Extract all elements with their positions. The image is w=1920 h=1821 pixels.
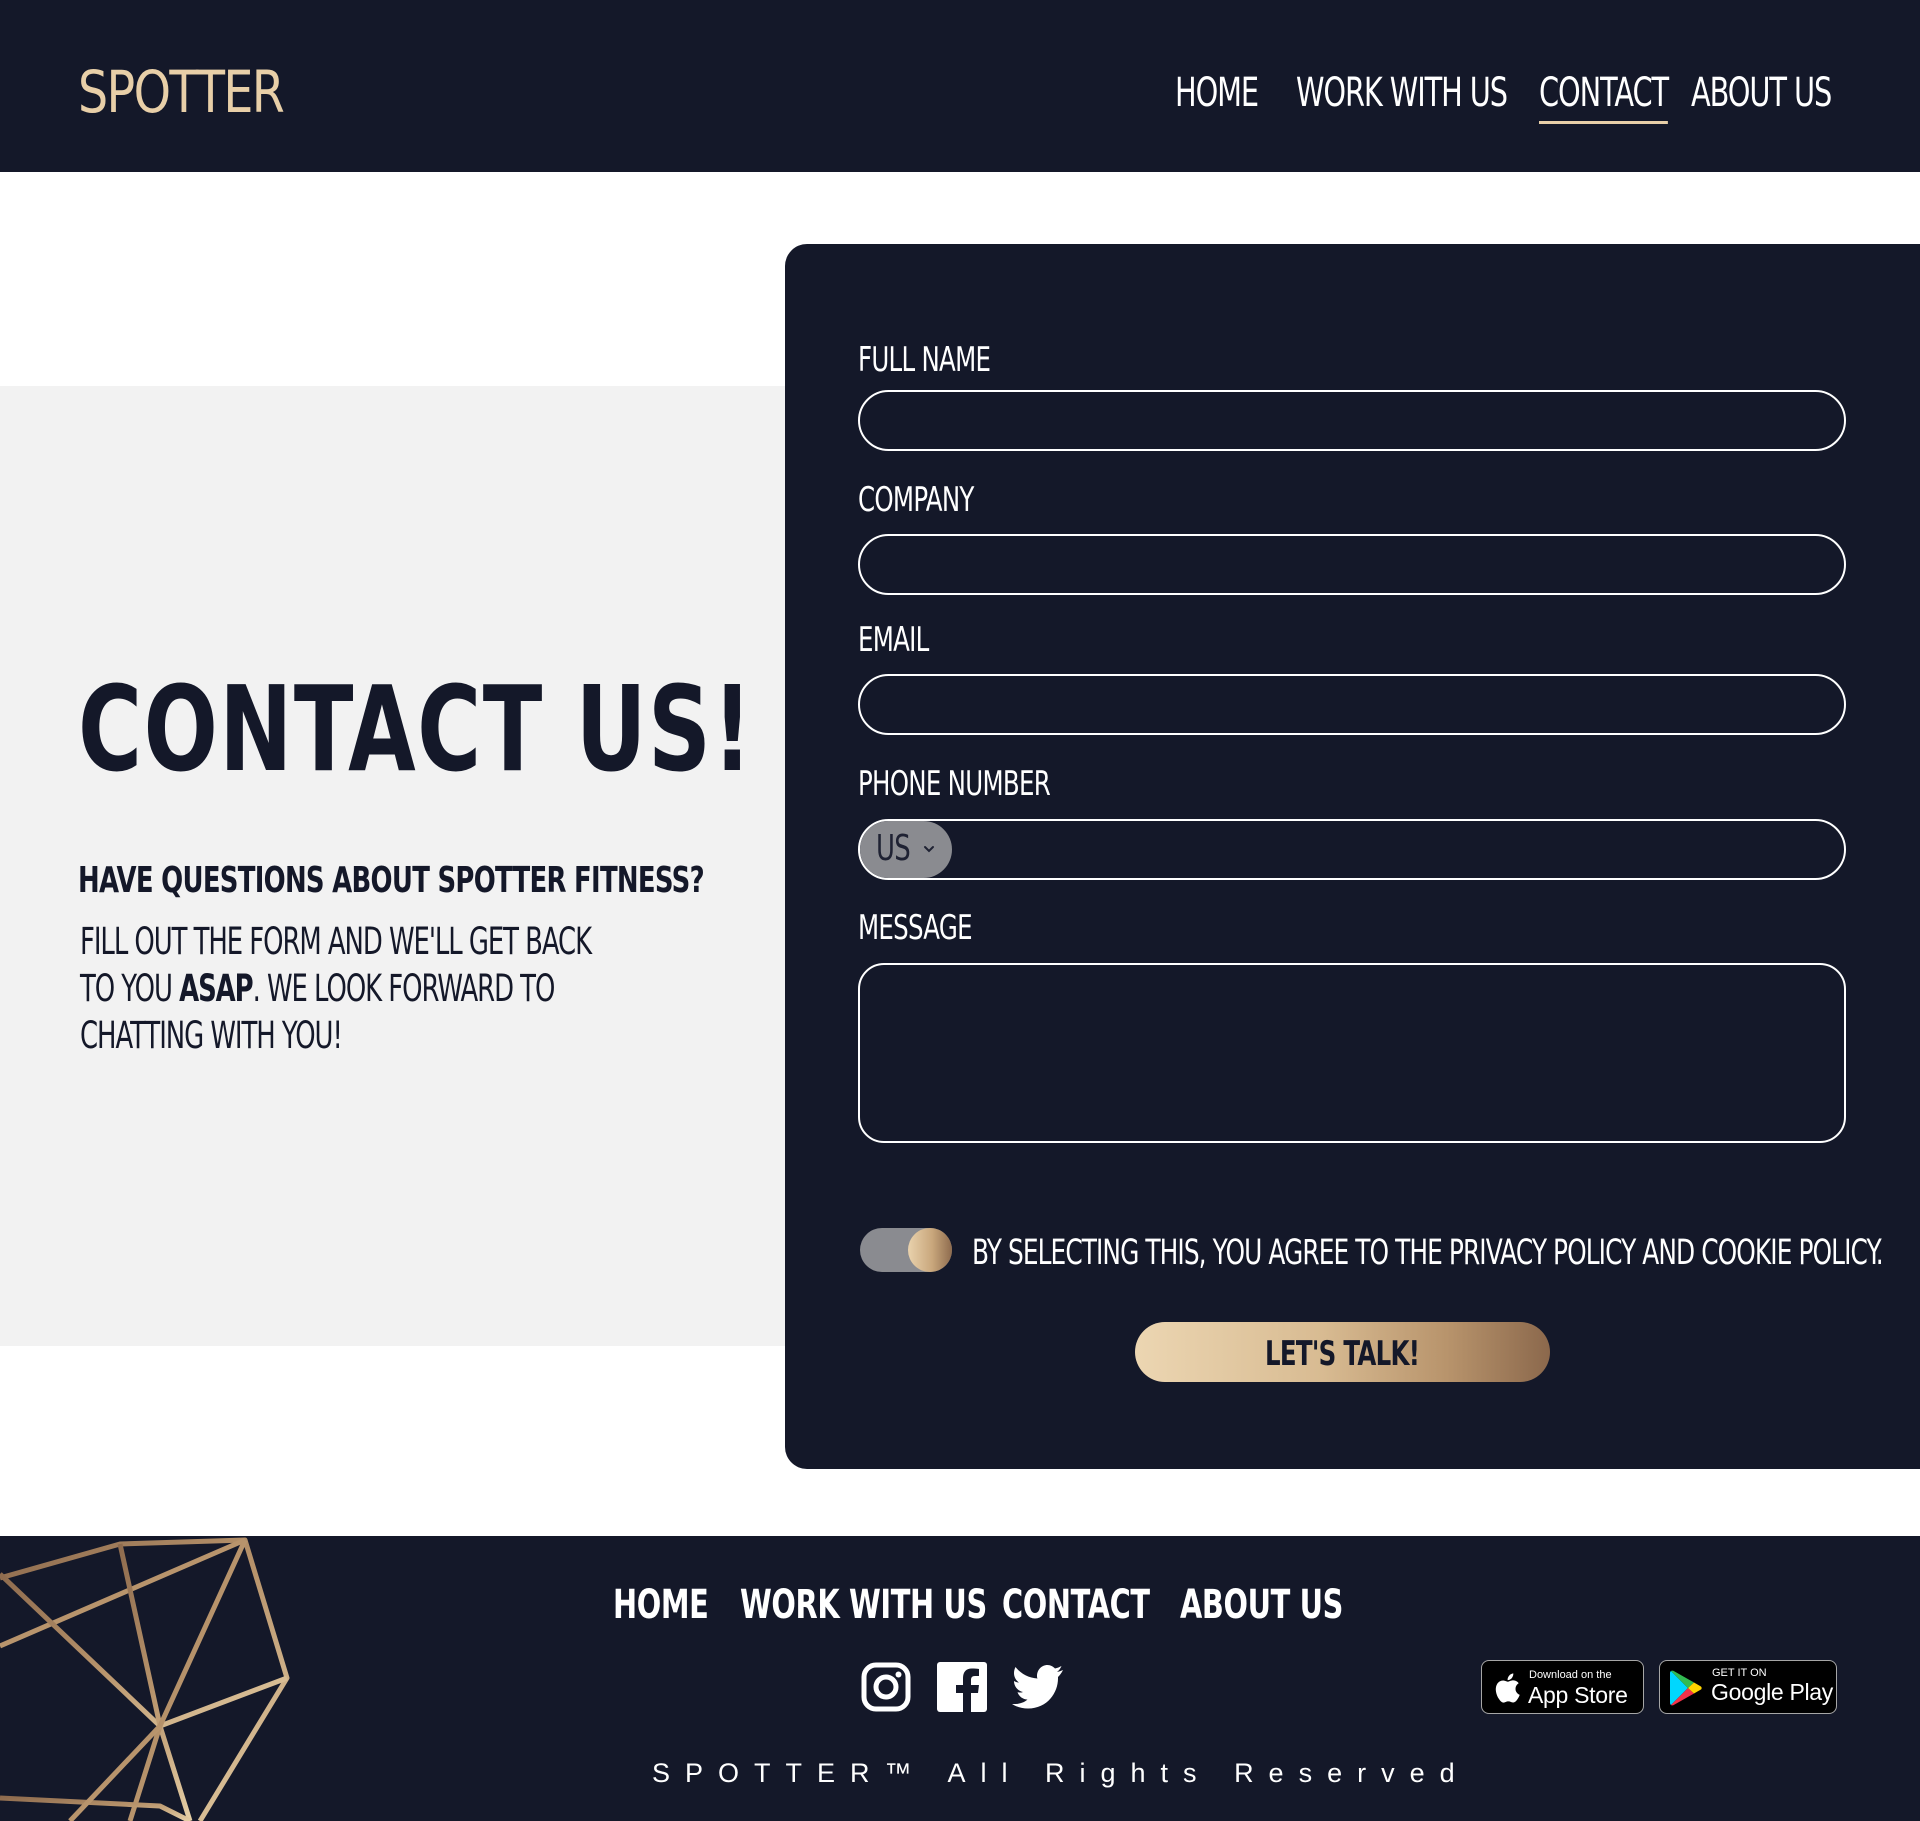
apple-icon xyxy=(1495,1673,1520,1703)
site-footer: HOME WORK WITH US CONTACT ABOUT US Downl… xyxy=(0,1536,1920,1821)
google-play-badge[interactable]: GET IT ON Google Play xyxy=(1659,1660,1837,1714)
country-code-value: US xyxy=(876,828,911,869)
email-field[interactable] xyxy=(858,674,1846,735)
app-store-small-text: Download on the xyxy=(1529,1669,1612,1681)
country-code-select[interactable]: US xyxy=(860,821,952,878)
company-label: COMPANY xyxy=(858,480,974,520)
phone-number-field[interactable] xyxy=(858,819,1846,880)
footer-link-home[interactable]: HOME xyxy=(613,1582,709,1628)
chevron-down-icon xyxy=(924,846,934,853)
google-play-big-text: Google Play xyxy=(1711,1679,1833,1705)
lets-talk-label: LET'S TALK! xyxy=(1265,1334,1420,1374)
consent-toggle[interactable] xyxy=(860,1228,952,1272)
consent-text: BY SELECTING THIS, YOU AGREE TO THE PRIV… xyxy=(972,1233,1884,1273)
message-label: MESSAGE xyxy=(858,908,973,948)
intro-text: FILL OUT THE FORM AND WE'LL GET BACK TO … xyxy=(80,918,612,1059)
facebook-icon[interactable] xyxy=(937,1662,987,1712)
nav-item-contact[interactable]: CONTACT xyxy=(1539,70,1669,124)
page-title: CONTACT US! xyxy=(78,660,754,798)
phone-number-label: PHONE NUMBER xyxy=(858,764,1051,804)
toggle-knob xyxy=(908,1228,952,1272)
spotter-logo[interactable]: SPOTTER xyxy=(78,58,285,126)
google-play-icon xyxy=(1670,1670,1702,1706)
message-field[interactable] xyxy=(858,963,1846,1143)
app-store-big-text: App Store xyxy=(1528,1682,1628,1708)
site-header: SPOTTER HOME WORK WITH US CONTACT ABOUT … xyxy=(0,0,1920,172)
full-name-field[interactable] xyxy=(858,390,1846,451)
lets-talk-button[interactable]: LET'S TALK! xyxy=(1135,1322,1550,1382)
intro-subtitle: HAVE QUESTIONS ABOUT SPOTTER FITNESS? xyxy=(78,860,705,901)
instagram-icon[interactable] xyxy=(861,1662,911,1712)
google-play-small-text: GET IT ON xyxy=(1712,1667,1767,1679)
intro-text-bold: ASAP xyxy=(179,967,254,1010)
nav-item-home[interactable]: HOME xyxy=(1175,70,1259,116)
email-label: EMAIL xyxy=(858,620,929,660)
footer-link-contact[interactable]: CONTACT xyxy=(1002,1582,1150,1628)
geometric-decoration xyxy=(0,1537,290,1821)
twitter-icon[interactable] xyxy=(1010,1662,1064,1712)
footer-link-work-with-us[interactable]: WORK WITH US xyxy=(740,1582,987,1628)
nav-item-work-with-us[interactable]: WORK WITH US xyxy=(1296,70,1508,116)
full-name-label: FULL NAME xyxy=(858,340,991,380)
copyright-text: SPOTTER™ All Rights Reserved xyxy=(652,1758,1470,1788)
company-field[interactable] xyxy=(858,534,1846,595)
nav-item-about-us[interactable]: ABOUT US xyxy=(1691,70,1832,116)
app-store-badge[interactable]: Download on the App Store xyxy=(1481,1660,1644,1714)
footer-link-about-us[interactable]: ABOUT US xyxy=(1180,1582,1343,1628)
